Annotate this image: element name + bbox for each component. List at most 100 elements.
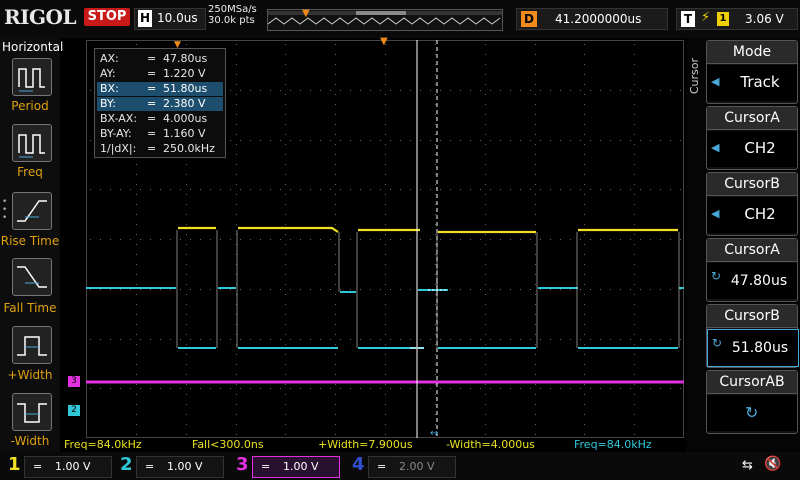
grid-dot xyxy=(520,189,521,190)
grid-dot xyxy=(230,289,231,290)
grid-dot xyxy=(136,414,137,415)
grid-dot xyxy=(600,140,601,141)
grid-dot xyxy=(285,314,286,315)
grid-dot xyxy=(485,344,486,345)
grid-dot xyxy=(584,204,585,205)
timebase-box[interactable]: H 10.0us xyxy=(134,8,206,30)
menu-mode-button[interactable]: Mode ◀ Track xyxy=(706,40,798,104)
grid-dot xyxy=(270,339,271,340)
grid-dot xyxy=(136,194,137,195)
readout-value: 51.80us xyxy=(163,82,208,95)
ch2-offset-marker[interactable]: 2 xyxy=(68,405,80,416)
grid-dot xyxy=(385,344,386,345)
grid-dot xyxy=(335,184,336,185)
grid-dot xyxy=(535,314,536,315)
grid-dot xyxy=(385,164,386,165)
channel-2-number[interactable]: 2 xyxy=(120,454,133,475)
channel-1-scale-box[interactable]: = 1.00 V xyxy=(24,456,112,478)
grid-dot xyxy=(186,394,187,395)
channel-2-scale-box[interactable]: = 1.00 V xyxy=(136,456,224,478)
grid-dot xyxy=(634,44,635,45)
grid-dot xyxy=(634,104,635,105)
grid-dot xyxy=(310,388,311,389)
grid-dot xyxy=(634,374,635,375)
menu-cursora-button[interactable]: CursorA ↻ 47.80us xyxy=(706,238,798,302)
delay-box[interactable]: D 41.2000000us xyxy=(516,8,668,30)
grid-dot xyxy=(400,289,401,290)
grid-dot xyxy=(435,184,436,185)
measure-positive-width-button[interactable] xyxy=(12,326,52,364)
grid-dot xyxy=(186,324,187,325)
grid-dot xyxy=(335,154,336,155)
menu-cursorab-button[interactable]: CursorAB ↻ xyxy=(706,370,798,434)
grid-dot xyxy=(520,289,521,290)
grid-dot xyxy=(285,414,286,415)
grid-dot xyxy=(320,239,321,240)
trigger-box[interactable]: T ⚡ 1 3.06 V xyxy=(676,8,798,30)
grid-dot xyxy=(186,414,187,415)
measure-period-button[interactable] xyxy=(12,58,52,96)
channel-4-scale-box[interactable]: = 2.00 V xyxy=(368,456,456,478)
grid-dot xyxy=(285,94,286,95)
grid-dot xyxy=(660,388,661,389)
channel-4-number[interactable]: 4 xyxy=(352,454,365,475)
grid-dot xyxy=(120,289,121,290)
channel-1-number[interactable]: 1 xyxy=(8,454,21,475)
channel-3-number[interactable]: 3 xyxy=(236,454,249,475)
grid-dot xyxy=(250,90,251,91)
grid-dot xyxy=(186,294,187,295)
memory-position-bar[interactable]: ▼ xyxy=(267,8,503,31)
grid-dot xyxy=(136,264,137,265)
grid-dot xyxy=(335,84,336,85)
grid-dot xyxy=(190,388,191,389)
measure-fall-time-button[interactable] xyxy=(12,258,52,296)
grid-dot xyxy=(435,264,436,265)
speaker-muted-icon[interactable]: 🔇 xyxy=(764,456,781,472)
grid-dot xyxy=(110,339,111,340)
menu-cursorb-button[interactable]: CursorB ↻ 51.80us xyxy=(706,304,799,368)
grid-dot xyxy=(634,184,635,185)
grid-dot xyxy=(680,90,681,91)
ch3-offset-marker[interactable]: 3 xyxy=(68,376,80,387)
readout-value: 1.160 V xyxy=(163,127,206,140)
grid-dot xyxy=(160,189,161,190)
grid-dot xyxy=(270,90,271,91)
grid-dot xyxy=(285,114,286,115)
grid-dot xyxy=(590,189,591,190)
menu-item-header: CursorA xyxy=(707,239,797,262)
grid-dot xyxy=(560,90,561,91)
grid-dot xyxy=(650,388,651,389)
grid-dot xyxy=(236,204,237,205)
grid-dot xyxy=(580,239,581,240)
channel-3-scale-box[interactable]: = 1.00 V xyxy=(252,456,340,478)
grid-dot xyxy=(280,90,281,91)
grid-dot xyxy=(285,364,286,365)
grid-dot xyxy=(535,374,536,375)
grid-dot xyxy=(485,274,486,275)
grid-dot xyxy=(634,244,635,245)
grid-dot xyxy=(180,339,181,340)
grid-dot xyxy=(330,339,331,340)
grid-dot xyxy=(150,239,151,240)
grid-dot xyxy=(660,289,661,290)
grid-dot xyxy=(570,388,571,389)
run-stop-indicator[interactable]: STOP xyxy=(84,8,130,26)
measure-negative-width-button[interactable] xyxy=(12,393,52,431)
measure-freq-button[interactable] xyxy=(12,124,52,162)
grid-dot xyxy=(210,239,211,240)
grid-dot xyxy=(634,114,635,115)
grid-dot xyxy=(634,404,635,405)
grid-dot xyxy=(350,140,351,141)
menu-cursorb-button[interactable]: CursorB ◀ CH2 xyxy=(706,172,798,236)
grid-dot xyxy=(220,189,221,190)
grid-dot xyxy=(180,388,181,389)
menu-cursora-button[interactable]: CursorA ◀ CH2 xyxy=(706,106,798,170)
grid-dot xyxy=(580,140,581,141)
grid-dot xyxy=(550,239,551,240)
measure-rise-time-button[interactable] xyxy=(12,192,52,230)
grid-dot xyxy=(435,234,436,235)
grid-dot xyxy=(285,54,286,55)
grid-dot xyxy=(634,134,635,135)
grid-dot xyxy=(335,304,336,305)
grid-dot xyxy=(390,388,391,389)
